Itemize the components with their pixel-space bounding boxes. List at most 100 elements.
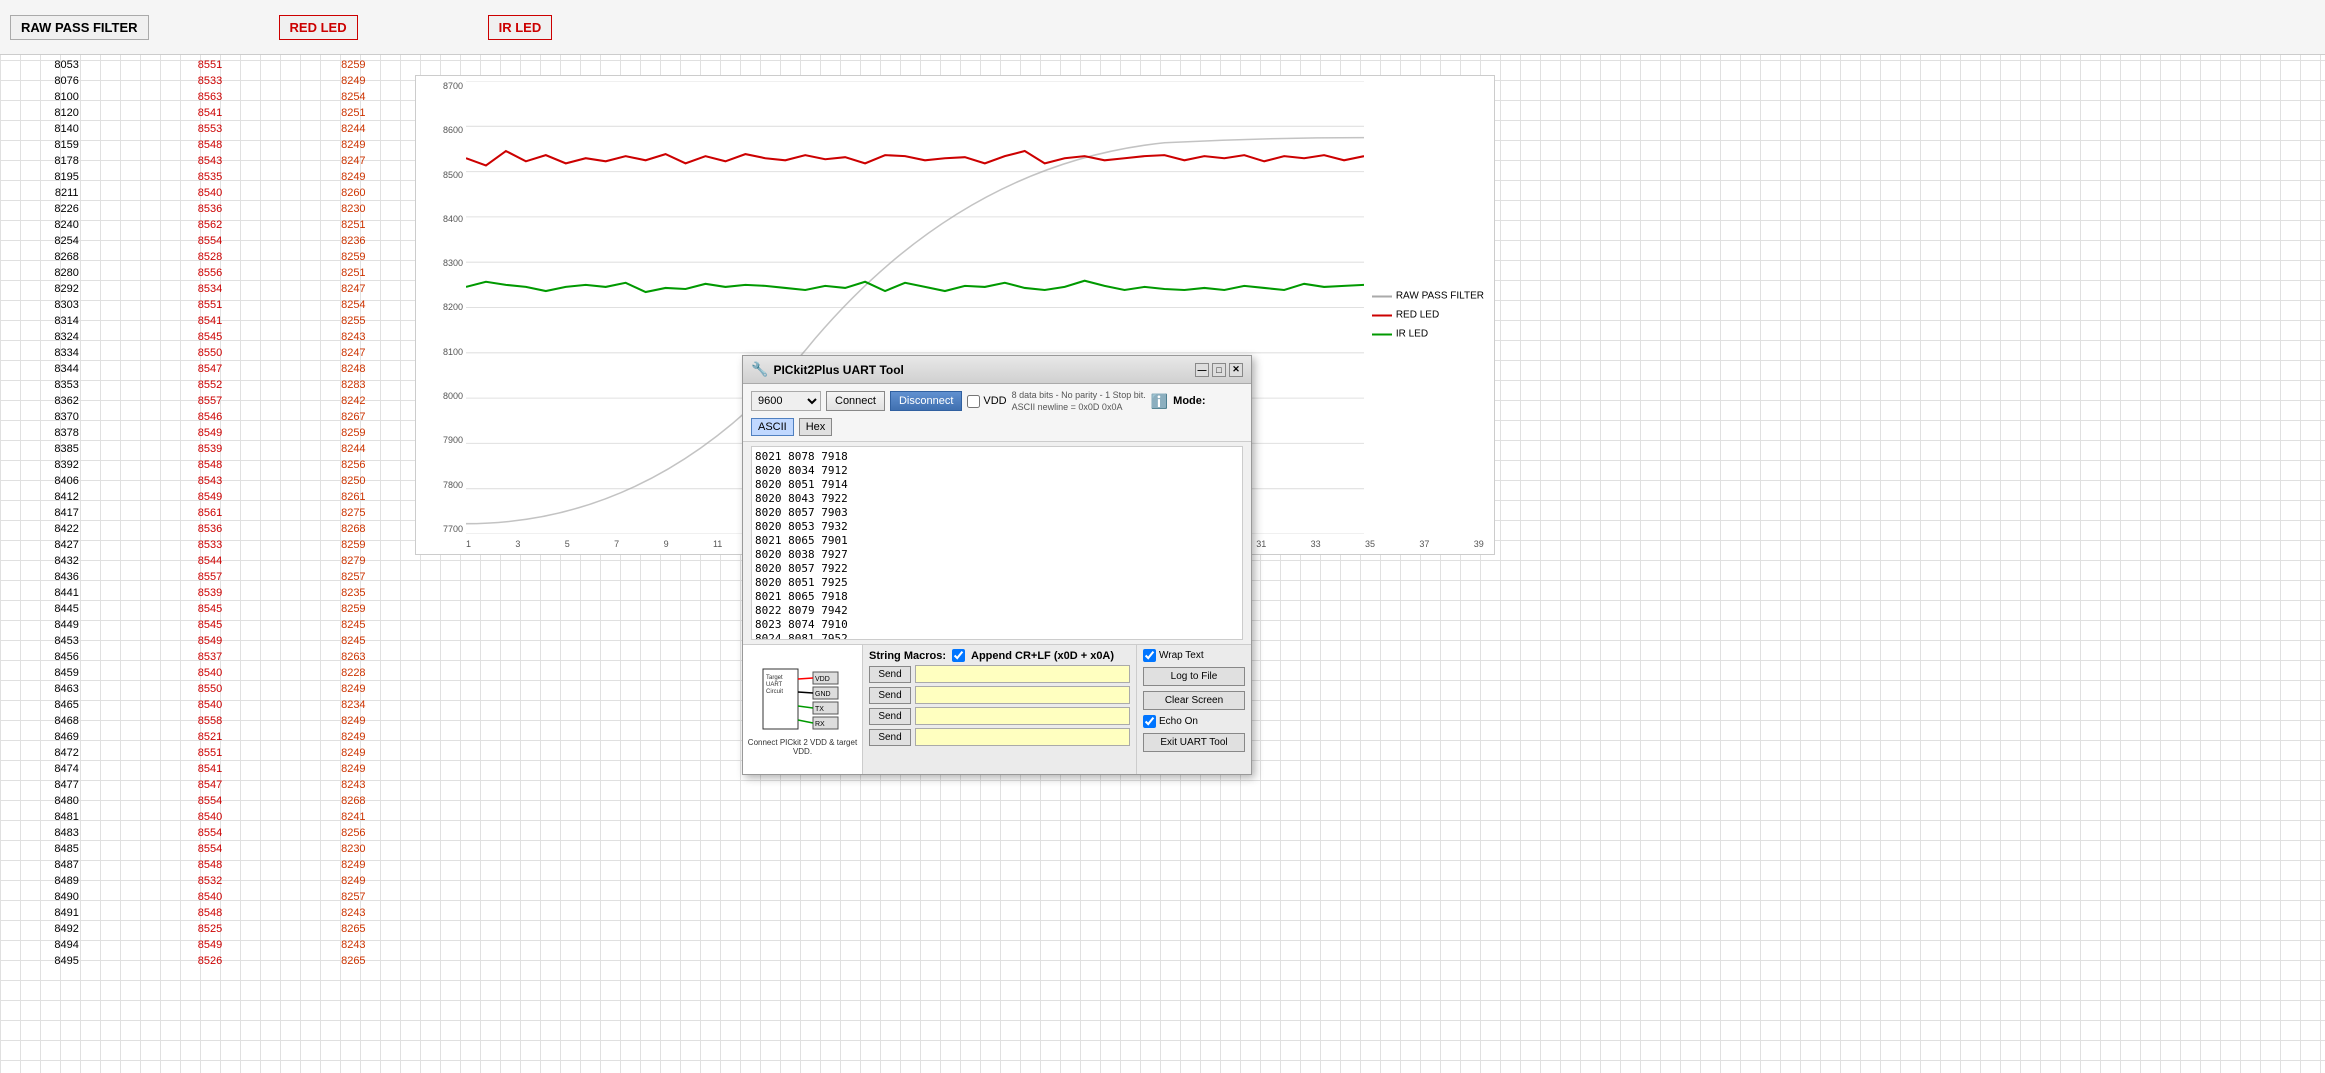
red-led-cell: 8544 — [145, 553, 274, 569]
red-led-cell: 8547 — [145, 361, 274, 377]
uart-hex-button[interactable]: Hex — [799, 418, 833, 436]
raw-pass-cell: 8362 — [2, 393, 131, 409]
raw-pass-cell: 8481 — [2, 809, 131, 825]
ir-led-cell: 8268 — [289, 793, 418, 809]
ir-led-cell: 8245 — [289, 633, 418, 649]
ir-led-cell: 8265 — [289, 953, 418, 969]
ir-led-cell: 8247 — [289, 345, 418, 361]
raw-pass-cell: 8324 — [2, 329, 131, 345]
ir-led-cell: 8250 — [289, 473, 418, 489]
uart-wrap-text-checkbox[interactable] — [1143, 649, 1156, 662]
red-led-cell: 8552 — [145, 377, 274, 393]
uart-maximize-button[interactable]: □ — [1212, 363, 1226, 377]
legend-red-label: RED LED — [1396, 310, 1439, 321]
uart-exit-button[interactable]: Exit UART Tool — [1143, 733, 1245, 752]
raw-pass-cell: 8140 — [2, 121, 131, 137]
raw-pass-cell: 8406 — [2, 473, 131, 489]
uart-dialog-icon: 🔧 — [751, 361, 768, 378]
ir-led-cell: 8248 — [289, 361, 418, 377]
ir-led-cell: 8255 — [289, 313, 418, 329]
red-led-label: RED LED — [279, 15, 358, 40]
ir-led-cell: 8244 — [289, 441, 418, 457]
uart-append-cr-checkbox[interactable] — [952, 649, 965, 662]
uart-bottom-panel: Target UART Circuit VDD GND TX RX — [743, 644, 1251, 774]
ir-led-cell: 8247 — [289, 153, 418, 169]
uart-output-line: 8020 8057 7922 — [755, 562, 1239, 576]
raw-pass-cell: 8494 — [2, 937, 131, 953]
red-led-cell: 8550 — [145, 345, 274, 361]
ir-led-cell: 8260 — [289, 185, 418, 201]
ir-led-cell: 8251 — [289, 265, 418, 281]
red-led-cell: 8562 — [145, 217, 274, 233]
uart-window-buttons[interactable]: — □ ✕ — [1195, 363, 1243, 377]
uart-output-line: 8020 8034 7912 — [755, 464, 1239, 478]
uart-output-line: 8020 8043 7922 — [755, 492, 1239, 506]
raw-pass-cell: 8445 — [2, 601, 131, 617]
raw-pass-cell: 8314 — [2, 313, 131, 329]
uart-output-line: 8021 8078 7918 — [755, 450, 1239, 464]
uart-clear-screen-button[interactable]: Clear Screen — [1143, 691, 1245, 710]
uart-help-icon[interactable]: ℹ️ — [1151, 393, 1168, 410]
uart-echo-on-checkbox[interactable] — [1143, 715, 1156, 728]
ir-led-cell: 8228 — [289, 665, 418, 681]
uart-send-button-3[interactable]: Send — [869, 708, 911, 725]
uart-vdd-checkbox[interactable] — [967, 395, 980, 408]
chart-x-label: 1 — [466, 539, 471, 549]
uart-right-panel: Wrap Text Log to File Clear Screen Echo … — [1136, 645, 1251, 774]
raw-pass-cell: 8353 — [2, 377, 131, 393]
red-led-cell: 8541 — [145, 313, 274, 329]
uart-baud-select[interactable]: 9600 19200 38400 115200 — [751, 391, 821, 411]
red-led-cell: 8557 — [145, 393, 274, 409]
ir-led-cell: 8234 — [289, 697, 418, 713]
legend-raw-pass: RAW PASS FILTER — [1372, 291, 1484, 302]
uart-minimize-button[interactable]: — — [1195, 363, 1209, 377]
red-led-cell: 8554 — [145, 233, 274, 249]
red-led-cell: 8548 — [145, 905, 274, 921]
uart-close-button[interactable]: ✕ — [1229, 363, 1243, 377]
raw-pass-cell: 8211 — [2, 185, 131, 201]
ir-led-cell: 8241 — [289, 809, 418, 825]
ir-led-cell: 8259 — [289, 601, 418, 617]
uart-log-to-file-button[interactable]: Log to File — [1143, 667, 1245, 686]
red-led-cell: 8545 — [145, 329, 274, 345]
ir-led-cell: 8249 — [289, 745, 418, 761]
chart-x-label: 5 — [565, 539, 570, 549]
legend-ir-label: IR LED — [1396, 329, 1428, 340]
red-led-cell: 8535 — [145, 169, 274, 185]
uart-circuit-diagram: Target UART Circuit VDD GND TX RX — [743, 645, 863, 774]
uart-send-button-2[interactable]: Send — [869, 687, 911, 704]
uart-macro-input-3[interactable] — [915, 707, 1130, 725]
uart-output-line: 8020 8038 7927 — [755, 548, 1239, 562]
chart-x-label: 39 — [1474, 539, 1484, 549]
ir-led-cell: 8249 — [289, 729, 418, 745]
legend-red-led: RED LED — [1372, 310, 1484, 321]
uart-connect-button[interactable]: Connect — [826, 391, 885, 411]
svg-text:UART: UART — [766, 682, 783, 688]
ir-led-cell: 8261 — [289, 489, 418, 505]
uart-disconnect-button[interactable]: Disconnect — [890, 391, 962, 411]
uart-macro-input-4[interactable] — [915, 728, 1130, 746]
uart-macro-input-1[interactable] — [915, 665, 1130, 683]
raw-pass-cell: 8465 — [2, 697, 131, 713]
uart-dialog: 🔧 PICkit2Plus UART Tool — □ ✕ 9600 19200… — [742, 355, 1252, 775]
red-led-cell: 8539 — [145, 585, 274, 601]
red-led-line — [466, 151, 1364, 165]
ir-led-cell: 8249 — [289, 681, 418, 697]
uart-macro-input-2[interactable] — [915, 686, 1130, 704]
uart-wrap-text-label: Wrap Text — [1159, 650, 1204, 661]
ir-led-label: IR LED — [488, 15, 553, 40]
raw-pass-cell: 8254 — [2, 233, 131, 249]
uart-send-button-1[interactable]: Send — [869, 666, 911, 683]
red-led-cell: 8536 — [145, 201, 274, 217]
uart-output-line: 8022 8079 7942 — [755, 604, 1239, 618]
svg-text:VDD: VDD — [815, 676, 830, 683]
ir-led-cell: 8283 — [289, 377, 418, 393]
ir-led-cell: 8243 — [289, 905, 418, 921]
uart-macro-row-4: Send — [869, 728, 1130, 746]
uart-output-line: 8020 8057 7903 — [755, 506, 1239, 520]
uart-output[interactable]: 8021 8078 79188020 8034 79128020 8051 79… — [751, 446, 1243, 640]
uart-ascii-button[interactable]: ASCII — [751, 418, 794, 436]
red-led-cell: 8537 — [145, 649, 274, 665]
uart-send-button-4[interactable]: Send — [869, 729, 911, 746]
red-led-cell: 8561 — [145, 505, 274, 521]
